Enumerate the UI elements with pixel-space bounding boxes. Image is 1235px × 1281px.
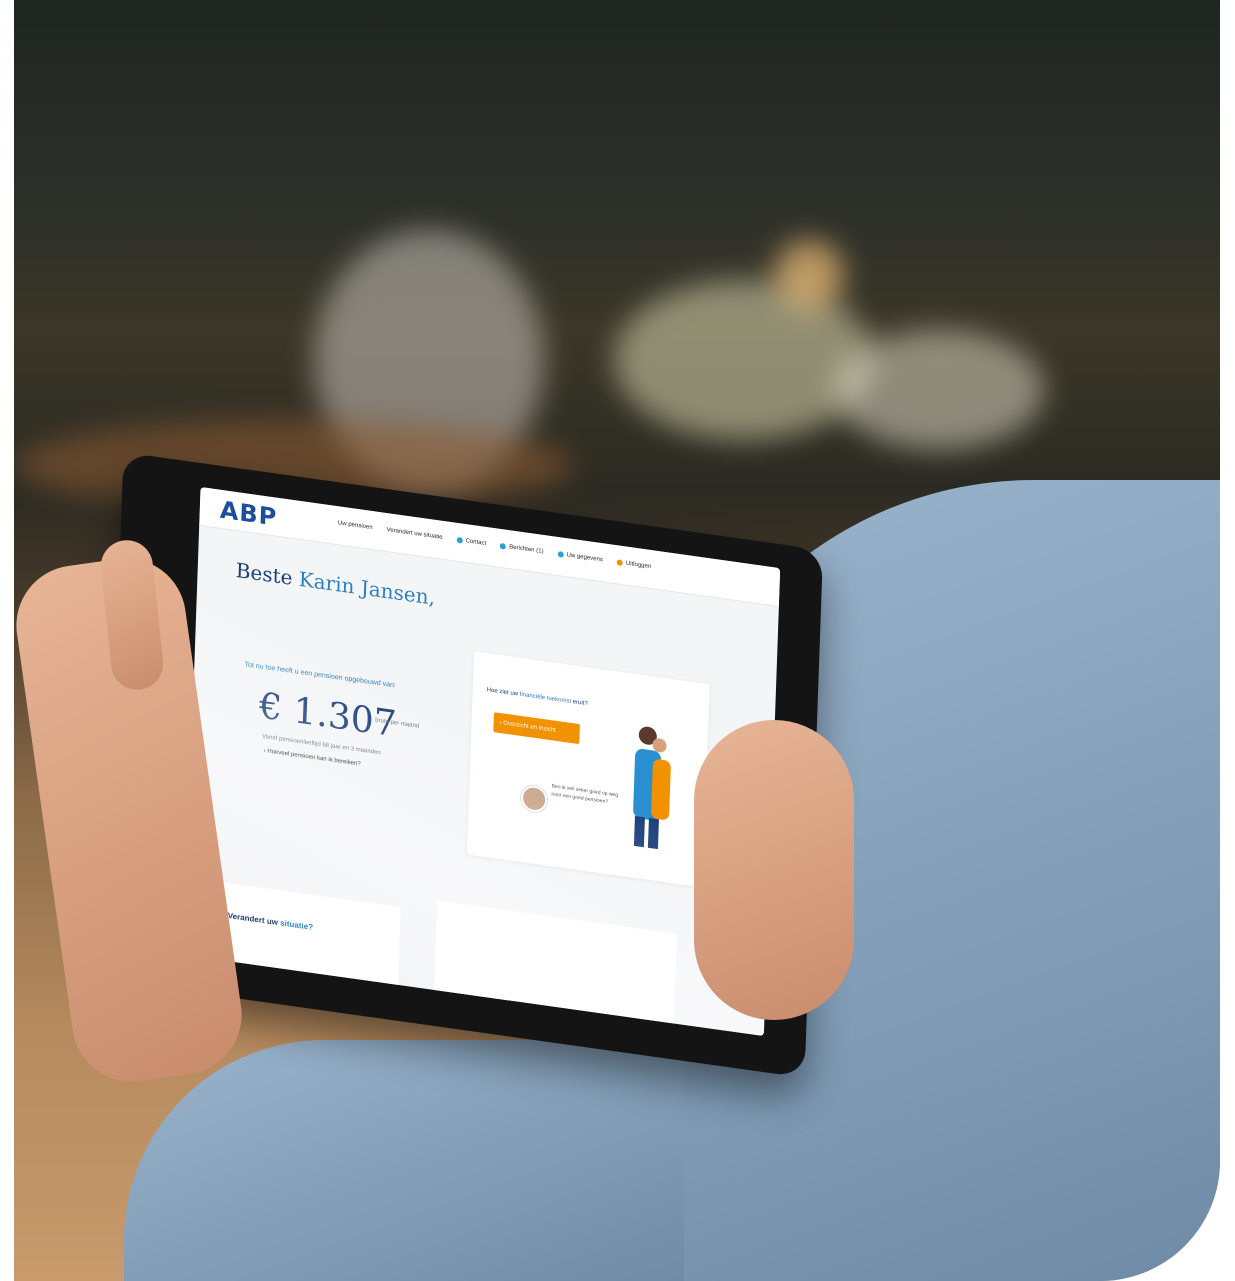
background-light (774, 240, 844, 310)
nav-label: Berichten (1) (509, 544, 544, 555)
situation-title-highlight: situatie? (280, 918, 314, 932)
nav-label: Uitloggen (625, 560, 652, 571)
nav-item-berichten[interactable]: Berichten (1) (500, 542, 544, 555)
advisor-quote: Ben ik wel zeker goed op weg naar een go… (551, 783, 619, 806)
nav-label: Uw gegevens (566, 552, 603, 564)
nav-item-gegevens[interactable]: Uw gegevens (557, 550, 603, 564)
overview-button[interactable]: › Overzicht en inzicht (493, 712, 580, 745)
nav-item-uitloggen[interactable]: Uitloggen (616, 559, 652, 571)
abp-logo[interactable]: ABP (219, 496, 277, 532)
situation-title-prefix: Verandert uw (227, 911, 281, 928)
nav-label: Verandert uw situatie (386, 527, 443, 541)
greeting-name: Karin Jansen, (298, 566, 436, 610)
avatar (520, 784, 548, 814)
nav-label: Uw pensioen (337, 520, 373, 532)
nav-item-verandert[interactable]: Verandert uw situatie (386, 527, 442, 541)
right-hand (694, 720, 854, 1020)
nav-label: Contact (465, 538, 487, 547)
situation-title: Verandert uw situatie? (228, 911, 314, 932)
card-title-suffix: eruit? (570, 698, 588, 708)
nav-item-uw-pensioen[interactable]: Uw pensioen (338, 520, 373, 531)
tablet-screen: ABP Uw pensioen Verandert uw situatie Co… (184, 486, 781, 1037)
greeting-prefix: Beste (235, 558, 300, 591)
future-card: Hoe ziet uw financiële toekomst eruit? ›… (466, 651, 710, 888)
background-light (834, 330, 1044, 450)
main-nav: Uw pensioen Verandert uw situatie Contac… (338, 520, 652, 570)
logout-icon (616, 559, 623, 567)
background-light (614, 280, 874, 440)
accrued-line: Tot nu toe heeft u een pensioen opgebouw… (244, 661, 396, 690)
sleeve-left (124, 1040, 684, 1281)
mail-icon (500, 542, 507, 550)
photo: ABP Uw pensioen Verandert uw situatie Co… (0, 0, 1235, 1281)
user-icon (557, 550, 564, 558)
info-card (434, 900, 678, 1024)
nav-item-contact[interactable]: Contact (456, 536, 487, 547)
photo-frame: ABP Uw pensioen Verandert uw situatie Co… (14, 0, 1220, 1281)
card-title-highlight: financiële toekomst (519, 691, 572, 705)
card-title: Hoe ziet uw financiële toekomst eruit? (487, 687, 588, 707)
greeting: Beste Karin Jansen, (235, 558, 435, 610)
card-title-prefix: Hoe ziet uw (486, 687, 520, 698)
illustration-people (633, 726, 671, 850)
chat-icon (456, 536, 463, 544)
